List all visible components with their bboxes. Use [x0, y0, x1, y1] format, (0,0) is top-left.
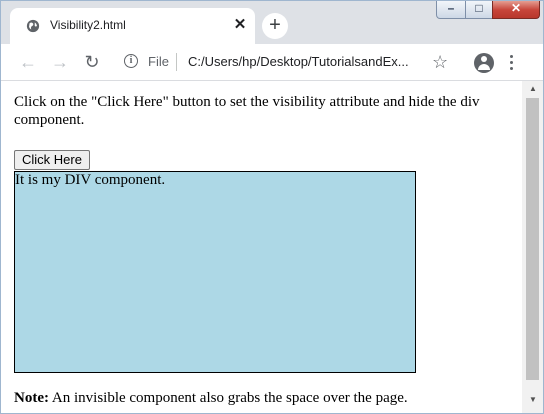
note-text: An invisible component also grabs the sp… — [48, 390, 408, 406]
div-component: It is my DIV component. — [14, 171, 416, 373]
omnibox-divider — [176, 53, 177, 71]
browser-window: Visibility2.html ✕ + – □ ✕ ← → ↻ i File … — [0, 0, 544, 414]
page-content: Click on the "Click Here" button to set … — [14, 93, 514, 406]
forward-button[interactable]: → — [48, 50, 72, 74]
address-bar[interactable]: i File C:/Users/hp/Desktop/TutorialsandE… — [108, 48, 462, 76]
tab-strip: Visibility2.html ✕ + – □ ✕ — [0, 0, 544, 44]
close-window-button[interactable]: ✕ — [492, 0, 540, 19]
reload-button[interactable]: ↻ — [80, 50, 104, 74]
toolbar: ← → ↻ i File C:/Users/hp/Desktop/Tutoria… — [0, 44, 544, 81]
url-text[interactable]: C:/Users/hp/Desktop/TutorialsandEx... — [188, 54, 409, 69]
minimize-button[interactable]: – — [436, 0, 466, 19]
minimize-icon: – — [447, 1, 455, 15]
page-viewport: Click on the "Click Here" button to set … — [0, 81, 522, 414]
maximize-button[interactable]: □ — [465, 0, 493, 19]
instruction-text: Click on the "Click Here" button to set … — [14, 94, 480, 128]
profile-icon[interactable] — [474, 53, 494, 73]
scroll-thumb[interactable] — [526, 98, 539, 380]
menu-icon[interactable] — [510, 55, 514, 71]
close-window-icon: ✕ — [510, 1, 522, 15]
tab-visibility2[interactable]: Visibility2.html ✕ — [10, 8, 255, 44]
new-tab-button[interactable]: + — [262, 13, 288, 39]
globe-icon — [26, 19, 40, 33]
maximize-icon: □ — [475, 1, 483, 15]
vertical-scrollbar[interactable]: ▲ ▼ — [522, 81, 544, 414]
div-text: It is my DIV component. — [15, 172, 166, 188]
tab-title: Visibility2.html — [50, 18, 126, 32]
note: Note: An invisible component also grabs … — [14, 389, 408, 407]
close-icon[interactable]: ✕ — [232, 17, 248, 33]
bookmark-star-icon[interactable]: ☆ — [432, 52, 448, 72]
back-button[interactable]: ← — [16, 50, 40, 74]
info-icon[interactable]: i — [124, 54, 138, 68]
click-here-button[interactable]: Click Here — [14, 150, 90, 170]
note-label: Note: — [14, 390, 49, 406]
scroll-up-icon[interactable]: ▲ — [522, 81, 544, 97]
scheme-label: File — [148, 54, 169, 69]
scroll-down-icon[interactable]: ▼ — [522, 392, 544, 408]
